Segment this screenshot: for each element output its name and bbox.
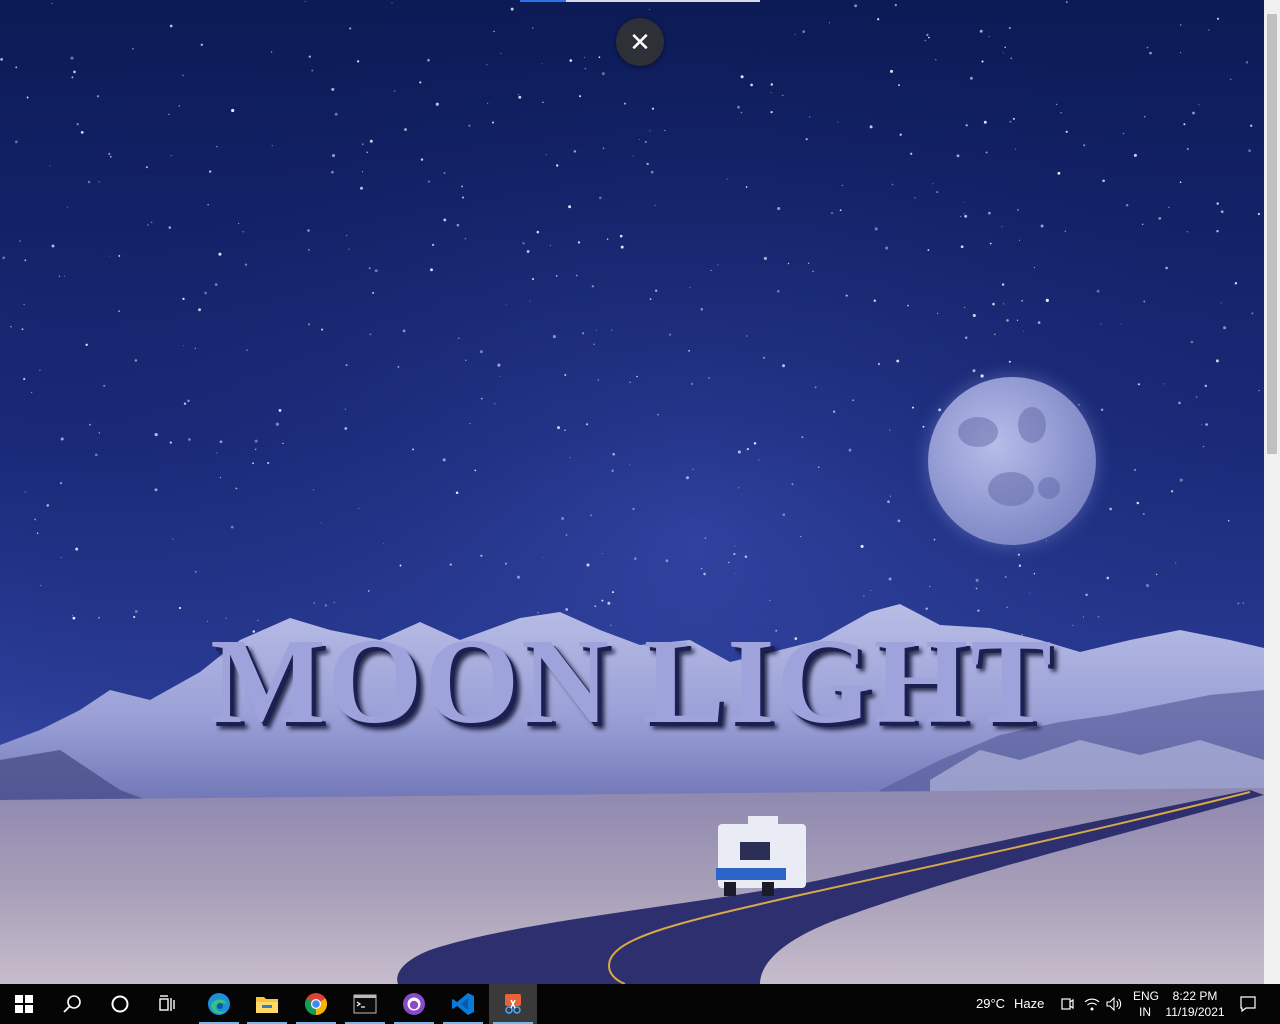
language-region: IN: [1139, 1005, 1151, 1019]
taskbar-app-vscode[interactable]: [439, 984, 487, 1024]
vscode-icon: [452, 993, 474, 1015]
taskbar-app-github-desktop[interactable]: [390, 984, 438, 1024]
taskbar-app-terminal[interactable]: [341, 984, 389, 1024]
moon: [928, 377, 1096, 545]
clock-date: 11/19/2021: [1165, 1005, 1225, 1019]
search-icon: [63, 995, 81, 1013]
weather-temp[interactable]: 29°C: [976, 996, 1005, 1012]
wifi-icon[interactable]: [1082, 994, 1102, 1014]
snip-icon: [505, 994, 521, 1014]
taskbar: 29°C Haze ENG IN 8:22 PM 11/19/2021: [0, 984, 1280, 1024]
vertical-scrollbar[interactable]: [1264, 0, 1280, 984]
scrollbar-thumb[interactable]: [1267, 14, 1277, 454]
github-icon: [403, 993, 425, 1015]
screen: MOON LIGHT ✕ 29°C Haze ENG IN 8:22 PM 11…: [0, 0, 1280, 1024]
clock[interactable]: 8:22 PM 11/19/2021: [1162, 988, 1228, 1020]
search-button[interactable]: [48, 984, 96, 1024]
windows-start-icon: [15, 995, 33, 1013]
chrome-icon: [305, 993, 327, 1015]
language-indicator[interactable]: ENG IN: [1133, 988, 1160, 1020]
language-code: ENG: [1133, 989, 1160, 1003]
task-view-icon: [159, 995, 175, 1011]
volume-icon[interactable]: [1104, 994, 1124, 1014]
close-button[interactable]: ✕: [616, 18, 664, 66]
notification-center-button[interactable]: [1238, 994, 1258, 1014]
weather-condition[interactable]: Haze: [1014, 996, 1044, 1012]
folder-icon: [256, 997, 278, 1013]
task-view-button[interactable]: [144, 984, 192, 1024]
taskbar-app-edge[interactable]: [195, 984, 243, 1024]
clock-time: 8:22 PM: [1172, 989, 1218, 1003]
cortana-circle-icon: [111, 995, 129, 1013]
web-page: MOON LIGHT ✕: [0, 0, 1264, 984]
taskbar-app-snipping-tool[interactable]: [489, 984, 537, 1024]
taskbar-app-chrome[interactable]: [292, 984, 340, 1024]
notification-icon: [1240, 996, 1256, 1013]
edge-icon: [208, 993, 230, 1015]
meet-now-icon[interactable]: [1057, 994, 1077, 1014]
cortana-button[interactable]: [96, 984, 144, 1024]
close-icon: ✕: [629, 26, 651, 57]
loading-indicator: [520, 0, 760, 2]
taskbar-app-file-explorer[interactable]: [243, 984, 291, 1024]
start-button[interactable]: [0, 984, 48, 1024]
page-title: MOON LIGHT: [210, 614, 1054, 749]
terminal-icon: [353, 994, 377, 1014]
